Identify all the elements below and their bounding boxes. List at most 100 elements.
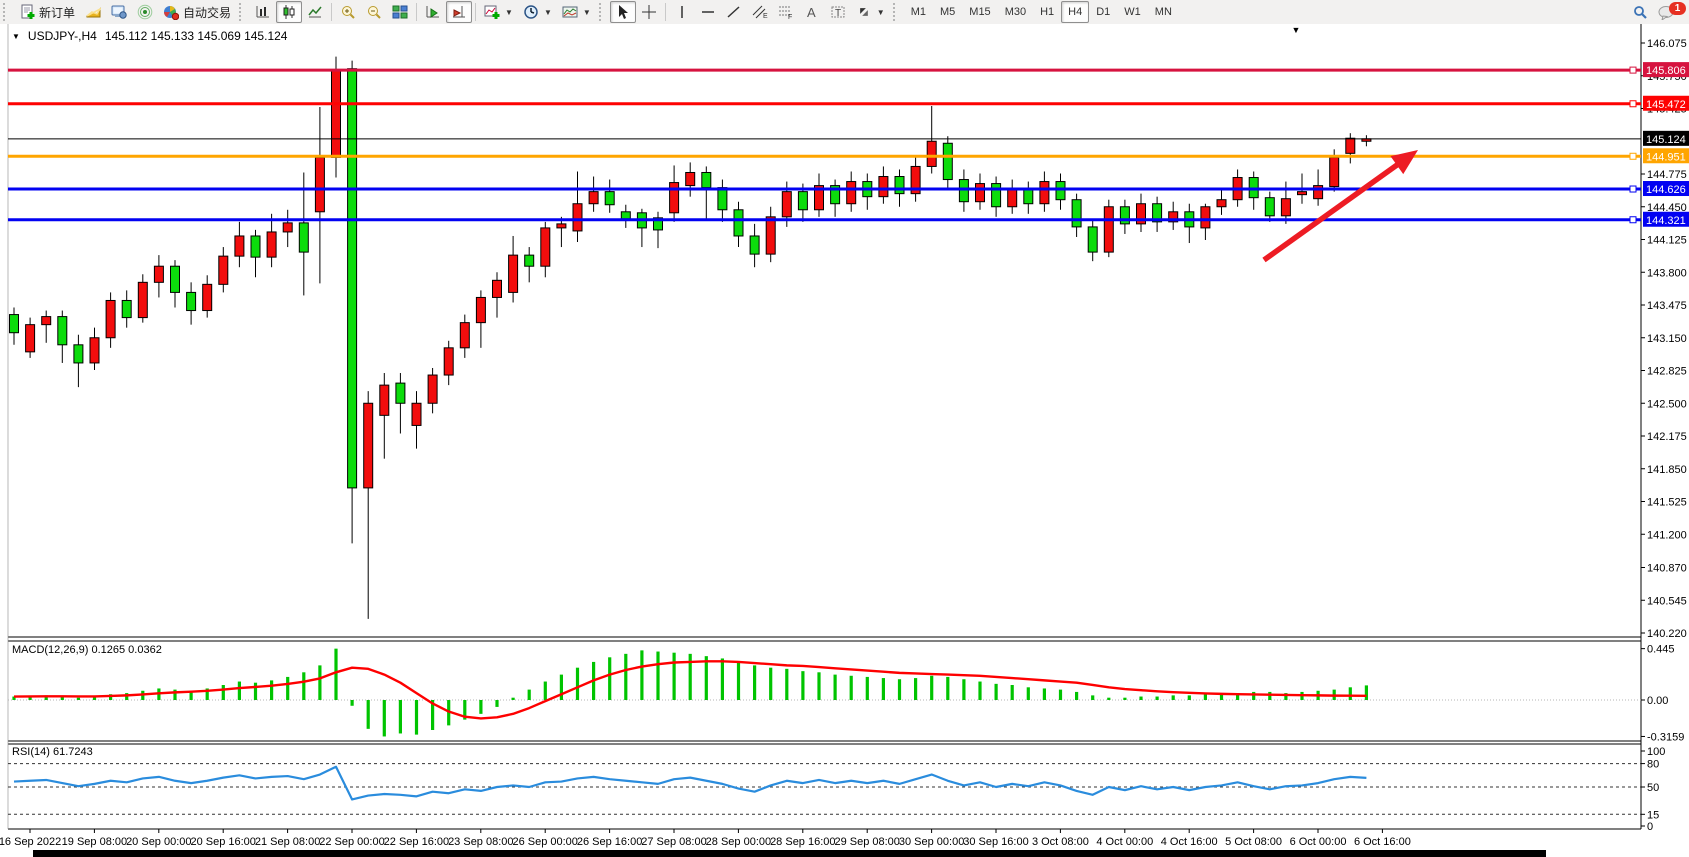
time-axis-label: 4 Oct 00:00 xyxy=(1096,836,1153,848)
price-tick-label: 142.175 xyxy=(1647,431,1687,443)
level-line-handle[interactable] xyxy=(1630,186,1636,192)
one-click-collapse-icon[interactable]: ▼ xyxy=(12,32,20,41)
candle-body xyxy=(525,255,534,266)
candle-body xyxy=(1217,200,1226,207)
time-axis-label: 22 Sep 00:00 xyxy=(319,836,384,848)
candle-body xyxy=(1056,182,1065,200)
candle-body xyxy=(235,236,244,256)
candle-body xyxy=(493,280,502,297)
candle-body xyxy=(187,292,196,310)
macd-indicator-label: MACD(12,26,9) 0.1265 0.0362 xyxy=(12,644,162,656)
symbol-period-label: USDJPY-,H4 xyxy=(28,29,97,43)
price-level-tag-label: 145.472 xyxy=(1646,99,1686,111)
time-axis-label: 3 Oct 08:00 xyxy=(1032,836,1089,848)
price-chart-canvas[interactable]: 146.075145.750145.425144.775144.450144.1… xyxy=(0,0,1689,857)
candle-body xyxy=(315,157,324,211)
time-axis-label: 29 Sep 08:00 xyxy=(834,836,899,848)
candle-body xyxy=(348,69,357,488)
time-axis-label: 16 Sep 2022 xyxy=(0,836,61,848)
candle-body xyxy=(26,325,35,352)
candle-body xyxy=(1265,198,1274,216)
price-tick-label: 146.075 xyxy=(1647,38,1687,50)
candle-body xyxy=(154,266,163,282)
candle-body xyxy=(541,228,550,266)
candle-body xyxy=(718,188,727,210)
time-axis-label: 28 Sep 16:00 xyxy=(770,836,835,848)
level-line-handle[interactable] xyxy=(1630,67,1636,73)
candle-body xyxy=(766,217,775,254)
candle-body xyxy=(380,385,389,415)
candle-body xyxy=(573,204,582,231)
candle-body xyxy=(476,297,485,322)
price-tick-label: 141.525 xyxy=(1647,497,1687,509)
price-level-tag-label: 145.124 xyxy=(1646,134,1686,146)
rsi-tick-label: 15 xyxy=(1647,809,1659,821)
candle-body xyxy=(702,172,711,187)
price-tick-label: 140.220 xyxy=(1647,628,1687,640)
time-axis-label: 23 Sep 08:00 xyxy=(448,836,513,848)
candle-body xyxy=(1040,182,1049,204)
candle-body xyxy=(171,266,180,292)
candle-body xyxy=(138,282,147,317)
candle-body xyxy=(1024,190,1033,204)
level-line-handle[interactable] xyxy=(1630,101,1636,107)
candle-body xyxy=(557,224,566,228)
macd-tick-label: 0.445 xyxy=(1647,644,1675,656)
candle-body xyxy=(1072,200,1081,227)
candle-body xyxy=(1201,207,1210,228)
candle-body xyxy=(686,172,695,185)
candle-body xyxy=(782,192,791,217)
time-axis-label: 22 Sep 16:00 xyxy=(384,836,449,848)
chart-shift-marker-icon[interactable]: ▼ xyxy=(1292,25,1301,35)
time-axis-label: 6 Oct 16:00 xyxy=(1354,836,1411,848)
trading-terminal-window: 新订单 自动交易 xyxy=(0,0,1689,857)
time-axis-label: 27 Sep 08:00 xyxy=(641,836,706,848)
level-line-handle[interactable] xyxy=(1630,153,1636,159)
candle-body xyxy=(1330,157,1339,186)
candle-body xyxy=(621,212,630,219)
time-axis-label: 6 Oct 00:00 xyxy=(1290,836,1347,848)
candle-body xyxy=(798,192,807,210)
candle-body xyxy=(589,192,598,204)
candle-body xyxy=(1088,227,1097,252)
rsi-tick-label: 50 xyxy=(1647,782,1659,794)
candle-body xyxy=(750,236,759,254)
ohlc-readout: 145.112 145.133 145.069 145.124 xyxy=(105,29,288,43)
candle-body xyxy=(428,375,437,403)
candle-body xyxy=(58,317,67,345)
candle-body xyxy=(460,323,469,348)
rsi-indicator-label: RSI(14) 61.7243 xyxy=(12,746,93,758)
candle-body xyxy=(1104,207,1113,252)
level-line-handle[interactable] xyxy=(1630,217,1636,223)
time-axis-label: 30 Sep 00:00 xyxy=(899,836,964,848)
candle-body xyxy=(396,383,405,403)
candle-body xyxy=(251,236,260,257)
time-axis-label: 28 Sep 00:00 xyxy=(706,836,771,848)
candle-body xyxy=(1281,199,1290,216)
time-axis-label: 26 Sep 16:00 xyxy=(577,836,642,848)
time-axis-label: 20 Sep 16:00 xyxy=(190,836,255,848)
candle-body xyxy=(412,403,421,425)
price-tick-label: 143.475 xyxy=(1647,300,1687,312)
chart-background xyxy=(0,24,1689,857)
price-tick-label: 143.800 xyxy=(1647,267,1687,279)
candle-body xyxy=(509,255,518,292)
chart-title: ▼ USDJPY-,H4 145.112 145.133 145.069 145… xyxy=(12,29,287,43)
rsi-tick-label: 80 xyxy=(1647,759,1659,771)
candle-body xyxy=(847,182,856,204)
candle-body xyxy=(219,256,228,284)
price-level-tag-label: 145.806 xyxy=(1646,65,1686,77)
price-tick-label: 142.500 xyxy=(1647,398,1687,410)
price-tick-label: 144.125 xyxy=(1647,235,1687,247)
candle-body xyxy=(364,403,373,488)
time-axis-label: 26 Sep 00:00 xyxy=(512,836,577,848)
candle-body xyxy=(1346,138,1355,153)
time-axis-label: 21 Sep 08:00 xyxy=(255,836,320,848)
candle-body xyxy=(1008,190,1017,207)
price-level-tag-label: 144.321 xyxy=(1646,215,1686,227)
time-axis-label: 20 Sep 00:00 xyxy=(126,836,191,848)
bottom-black-bar xyxy=(33,850,1546,857)
candle-body xyxy=(332,70,341,158)
candle-body xyxy=(74,345,83,363)
price-tick-label: 141.200 xyxy=(1647,529,1687,541)
